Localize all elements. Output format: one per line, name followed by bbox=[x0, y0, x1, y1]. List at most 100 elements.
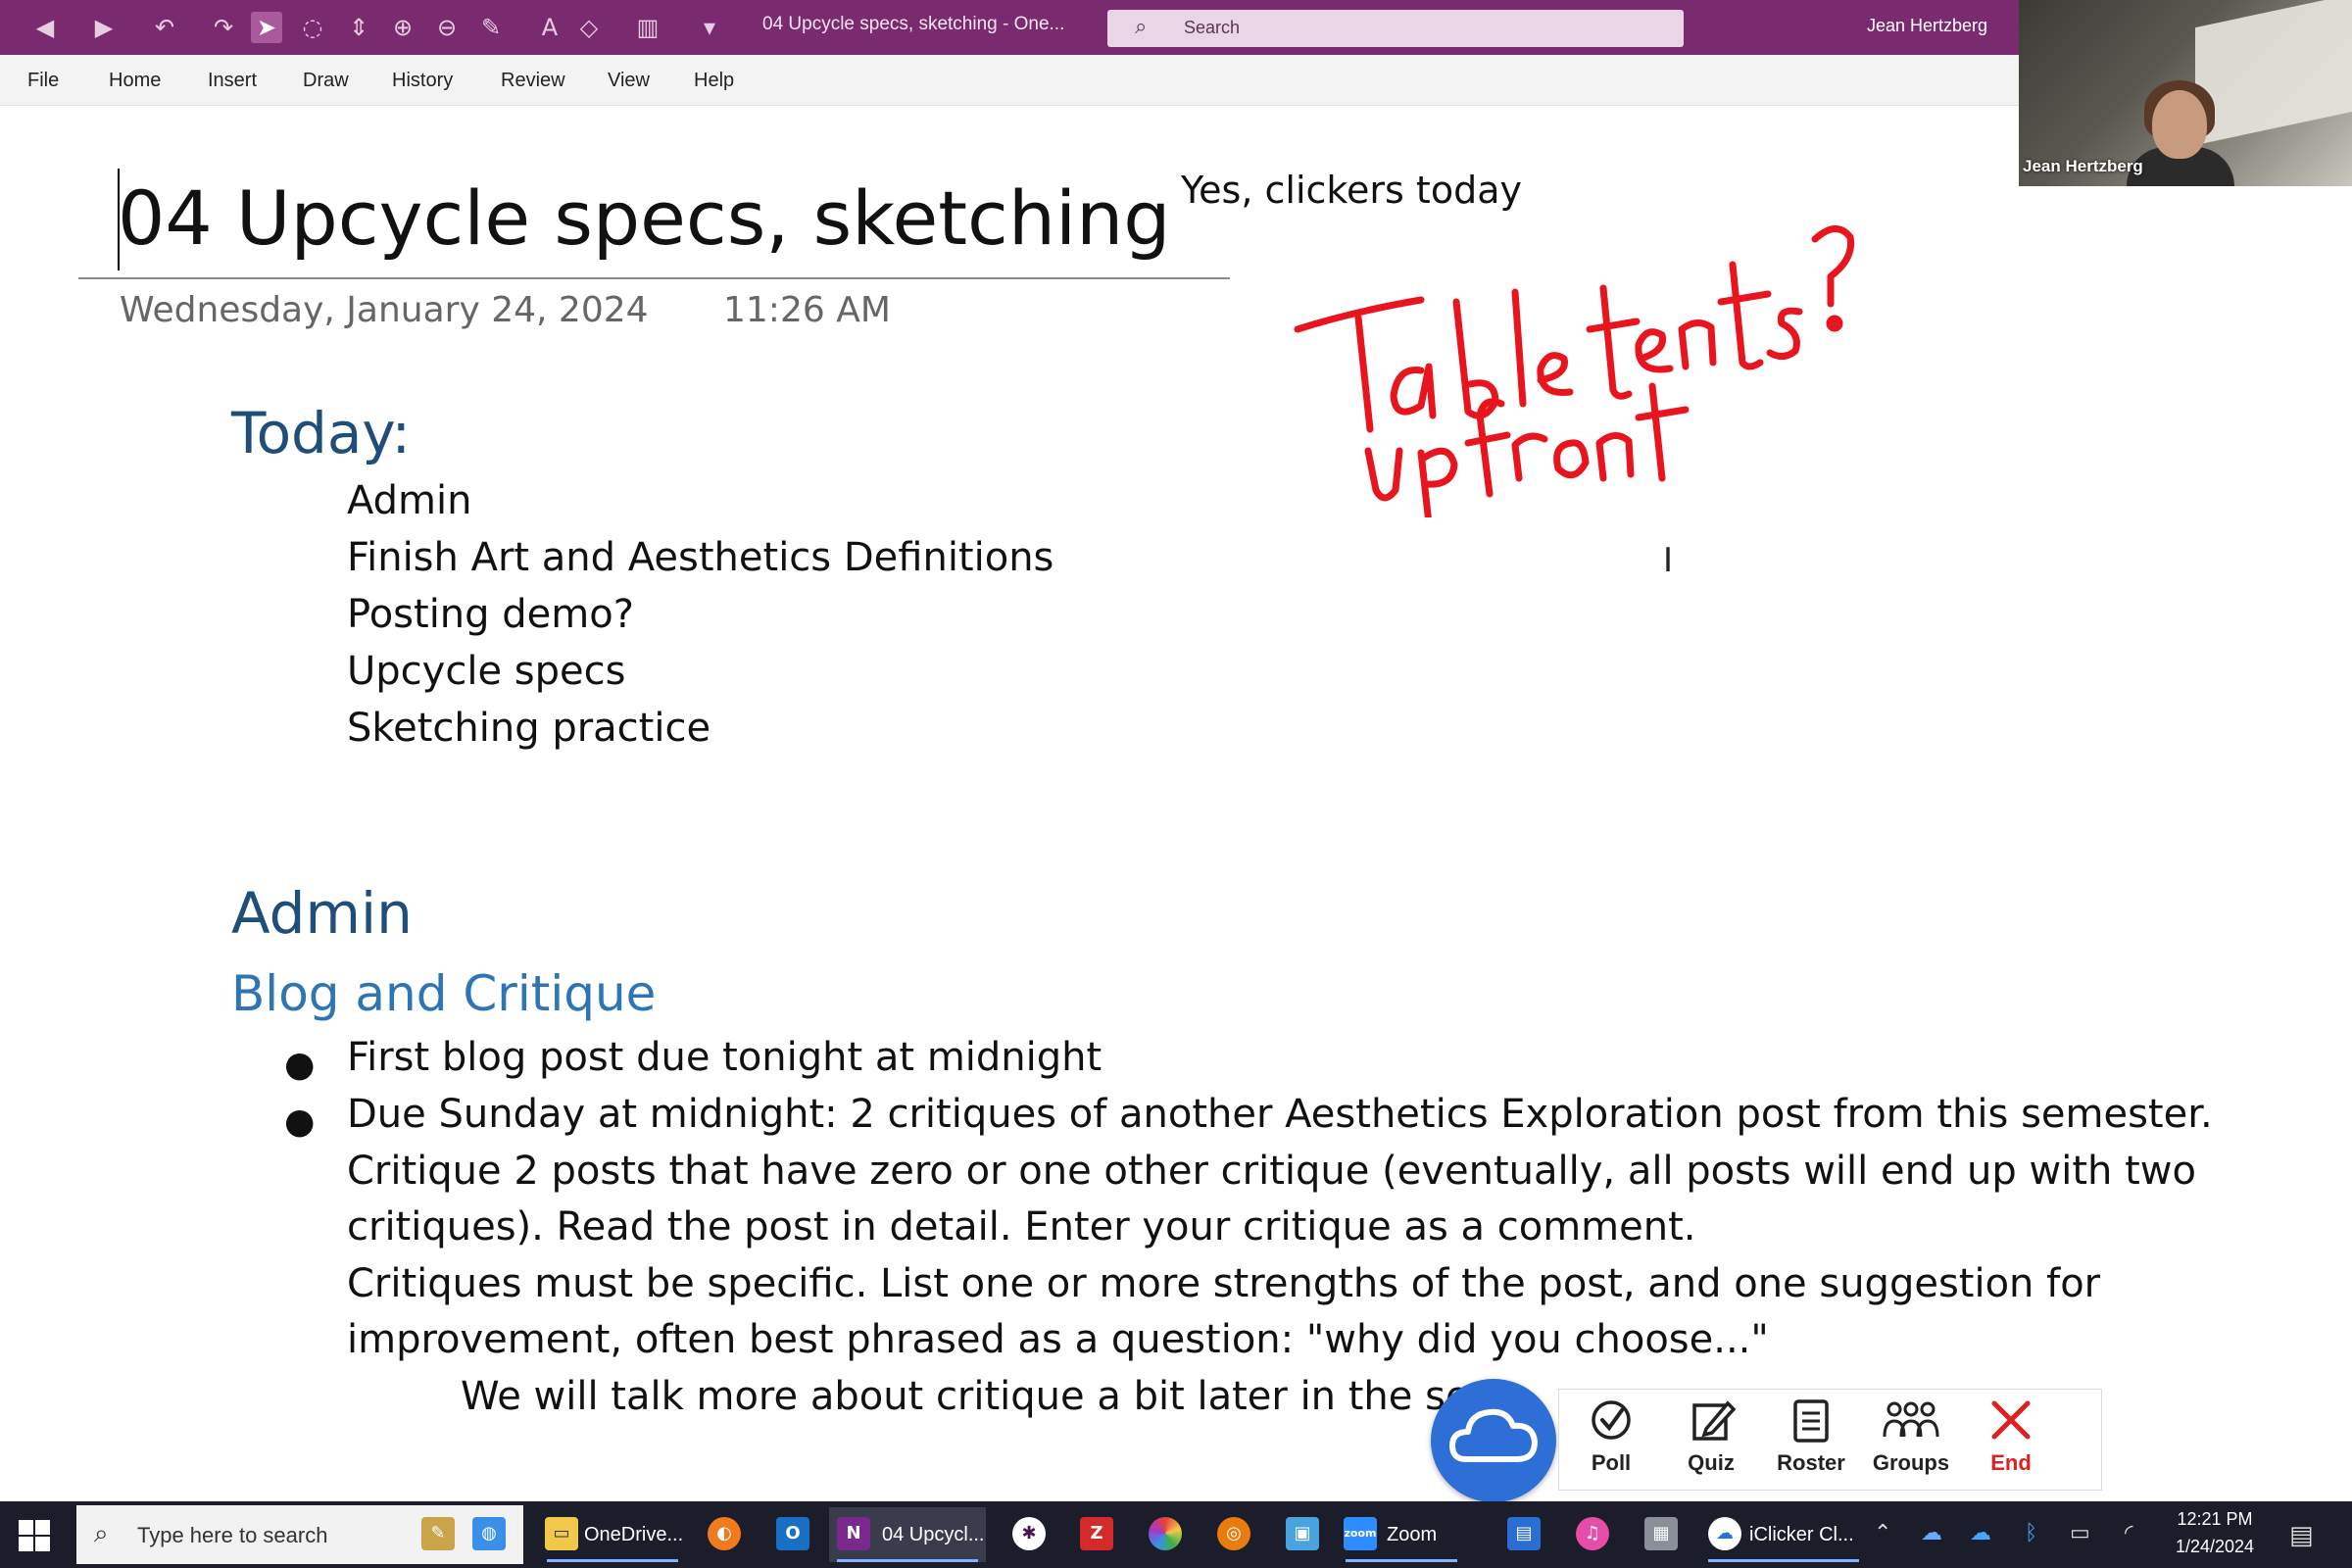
taskbar-app-onenote[interactable]: N 04 Upcycl... bbox=[829, 1507, 986, 1562]
select-pointer-icon[interactable]: ➤ bbox=[251, 12, 282, 43]
roster-list-icon bbox=[1793, 1399, 1829, 1443]
music-note-icon: ♫ bbox=[1576, 1517, 1609, 1550]
tab-home[interactable]: Home bbox=[109, 70, 161, 92]
agenda-item[interactable]: Posting demo? bbox=[347, 592, 634, 637]
iclicker-cloud-button[interactable] bbox=[1431, 1379, 1556, 1502]
tab-review[interactable]: Review bbox=[501, 70, 565, 92]
page-title[interactable]: 04 Upcycle specs, sketching bbox=[118, 174, 1171, 262]
agenda-item[interactable]: Finish Art and Aesthetics Definitions bbox=[347, 535, 1054, 580]
heading-admin[interactable]: Admin bbox=[231, 880, 413, 947]
participant-name: Jean Hertzberg bbox=[2023, 157, 2143, 175]
slack-icon: ✱ bbox=[1012, 1517, 1046, 1550]
bullet-text-line[interactable]: critiques). Read the post in detail. Ent… bbox=[347, 1204, 1695, 1250]
battery-icon[interactable]: ▭ bbox=[2070, 1521, 2090, 1545]
tab-file[interactable]: File bbox=[27, 70, 59, 92]
quiz-edit-icon bbox=[1692, 1400, 1737, 1441]
taskbar-widgets[interactable]: ✎ ◍ bbox=[412, 1507, 519, 1562]
poll-button[interactable]: Poll bbox=[1561, 1390, 1661, 1492]
taskbar-app-photos[interactable] bbox=[1141, 1507, 1190, 1562]
shapes-icon[interactable]: ◇ bbox=[573, 12, 605, 43]
heading-today[interactable]: Today: bbox=[231, 400, 411, 466]
tab-draw[interactable]: Draw bbox=[303, 70, 349, 92]
taskbar-app-label: OneDrive... bbox=[584, 1524, 684, 1545]
tab-history[interactable]: History bbox=[392, 70, 453, 92]
taskbar-app-outlook[interactable]: O bbox=[768, 1507, 817, 1562]
agenda-item[interactable]: Admin bbox=[347, 478, 471, 523]
groups-button[interactable]: Groups bbox=[1861, 1390, 1961, 1492]
agenda-item[interactable]: Sketching practice bbox=[347, 706, 710, 751]
taskbar-app-itunes[interactable]: ♫ bbox=[1568, 1507, 1617, 1562]
taskbar-app-slack[interactable]: ✱ bbox=[1004, 1507, 1054, 1562]
note-canvas[interactable]: 04 Upcycle specs, sketching Wednesday, J… bbox=[0, 106, 2352, 1501]
ribbon-tabs: File Home Insert Draw History Review Vie… bbox=[0, 55, 2019, 106]
lasso-select-icon[interactable]: ◌ bbox=[297, 12, 328, 43]
taskbar-app-label: iClicker Cl... bbox=[1749, 1524, 1854, 1545]
indented-text-line[interactable]: We will talk more about critique a bit l… bbox=[461, 1374, 1508, 1419]
taskbar-app-remote-desktop[interactable]: ▣ bbox=[1278, 1507, 1327, 1562]
taskbar-app-blender[interactable]: ◎ bbox=[1209, 1507, 1258, 1562]
bluetooth-icon[interactable]: ᛒ bbox=[2025, 1521, 2037, 1545]
taskbar-app-firefox[interactable]: ◐ bbox=[700, 1507, 749, 1562]
bullet-text-line[interactable]: Critique 2 posts that have zero or one o… bbox=[347, 1149, 2196, 1194]
roster-button[interactable]: Roster bbox=[1761, 1390, 1861, 1492]
taskbar-app-zotero[interactable]: Z bbox=[1072, 1507, 1121, 1562]
zoom-out-icon[interactable]: ⊖ bbox=[431, 12, 463, 43]
pen-icon[interactable]: ✎ bbox=[475, 12, 507, 43]
bullet-text[interactable]: First blog post due tonight at midnight bbox=[347, 1035, 1102, 1080]
taskbar-search-placeholder: Type here to search bbox=[137, 1523, 328, 1547]
onedrive-cloud-icon[interactable]: ☁ bbox=[1970, 1521, 1991, 1545]
tab-view[interactable]: View bbox=[608, 70, 650, 92]
bullet-text-line[interactable]: Critiques must be specific. List one or … bbox=[347, 1261, 2100, 1306]
blender-icon: ◎ bbox=[1217, 1517, 1250, 1550]
taskbar-app-iclicker[interactable]: ☁ iClicker Cl... bbox=[1700, 1507, 1867, 1562]
taskbar-clock-time[interactable]: 12:21 PM bbox=[2174, 1509, 2256, 1530]
zotero-icon: Z bbox=[1080, 1517, 1113, 1550]
end-button[interactable]: End bbox=[1961, 1390, 2061, 1492]
wifi-icon[interactable]: ◜ bbox=[2125, 1521, 2133, 1545]
taskbar-app-onedrive[interactable]: ▭ OneDrive... bbox=[539, 1507, 686, 1562]
taskbar-clock-date[interactable]: 1/24/2024 bbox=[2164, 1537, 2266, 1557]
groups-label: Groups bbox=[1872, 1450, 1950, 1475]
quiz-button[interactable]: Quiz bbox=[1661, 1390, 1761, 1492]
iclicker-toolbar: Poll Quiz Roster Groups End bbox=[1431, 1377, 2102, 1502]
taskbar-app-window[interactable]: ▤ bbox=[1499, 1507, 1548, 1562]
customize-toolbar-icon[interactable]: ▾ bbox=[694, 12, 725, 43]
bullet-icon: ● bbox=[284, 1045, 316, 1085]
back-icon[interactable]: ◀ bbox=[29, 12, 61, 43]
insert-space-icon[interactable]: ⇕ bbox=[343, 12, 374, 43]
poll-check-icon bbox=[1592, 1400, 1631, 1440]
bullet-text[interactable]: Due Sunday at midnight: 2 critiques of a… bbox=[347, 1092, 2213, 1137]
outlook-icon: O bbox=[776, 1517, 809, 1550]
windows-start-icon[interactable] bbox=[18, 1519, 51, 1552]
video-thumbnail[interactable]: Jean Hertzberg bbox=[2019, 0, 2352, 186]
zoom-in-icon[interactable]: ⊕ bbox=[387, 12, 418, 43]
folder-icon: ▭ bbox=[545, 1517, 578, 1550]
end-label: End bbox=[1990, 1450, 2032, 1475]
forward-icon[interactable]: ▶ bbox=[88, 12, 120, 43]
redo-icon[interactable]: ↷ bbox=[208, 12, 239, 43]
bottle-icon: ◍ bbox=[472, 1517, 506, 1550]
chevron-up-icon[interactable]: ⌃ bbox=[1874, 1521, 1891, 1545]
notifications-icon[interactable]: ▤ bbox=[2289, 1521, 2314, 1550]
agenda-item[interactable]: Upcycle specs bbox=[347, 649, 625, 694]
ink-to-text-icon[interactable]: A bbox=[534, 12, 565, 43]
taskbar-app-screen[interactable]: ▦ bbox=[1637, 1507, 1686, 1562]
taskbar-app-zoom[interactable]: zoom Zoom bbox=[1338, 1507, 1465, 1562]
projector-screen bbox=[2195, 0, 2352, 146]
onenote-icon: N bbox=[837, 1517, 870, 1550]
running-indicator bbox=[547, 1559, 678, 1562]
tab-insert[interactable]: Insert bbox=[208, 70, 257, 92]
search-input[interactable]: ⌕ Search bbox=[1107, 10, 1684, 47]
search-icon: ⌕ bbox=[1135, 15, 1148, 39]
title-underline bbox=[78, 277, 1230, 279]
handwritten-ink-note[interactable] bbox=[1274, 194, 1862, 517]
undo-icon[interactable]: ↶ bbox=[149, 12, 180, 43]
ruler-icon[interactable]: ▥ bbox=[632, 12, 663, 43]
speaker-face bbox=[2152, 90, 2207, 159]
tab-help[interactable]: Help bbox=[694, 70, 734, 92]
account-name[interactable]: Jean Hertzberg bbox=[1867, 16, 1987, 36]
heading-blog-and-critique[interactable]: Blog and Critique bbox=[231, 965, 656, 1022]
bullet-text-line[interactable]: improvement, often best phrased as a que… bbox=[347, 1317, 1769, 1362]
onedrive-error-icon[interactable]: ☁ bbox=[1921, 1521, 1942, 1545]
page-date: Wednesday, January 24, 2024 bbox=[120, 290, 649, 330]
